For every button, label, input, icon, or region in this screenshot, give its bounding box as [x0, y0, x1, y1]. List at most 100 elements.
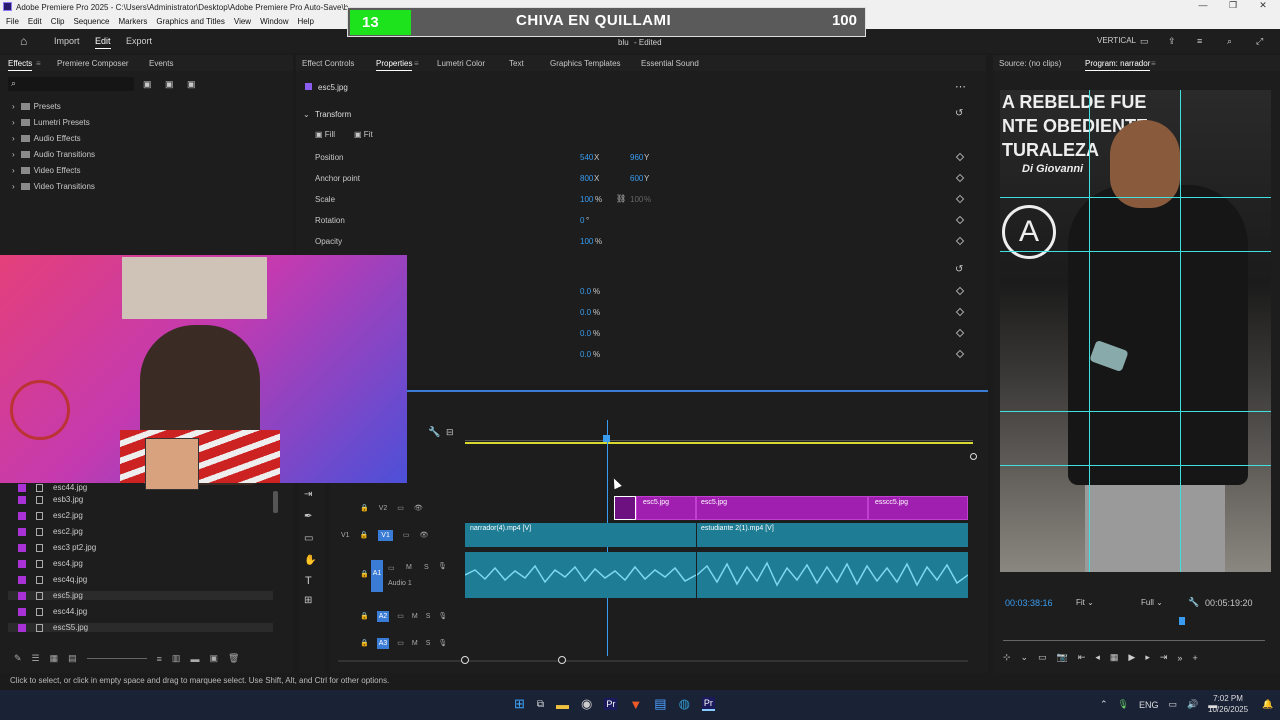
minimize-icon[interactable]: —	[1188, 0, 1218, 14]
share-icon[interactable]: ⇪	[1168, 36, 1176, 47]
keyframe-icon[interactable]	[955, 328, 965, 338]
anchor-x-value[interactable]: 800	[580, 174, 593, 183]
menu-clip[interactable]: Clip	[51, 17, 65, 26]
pencil-icon[interactable]: ✎	[14, 653, 22, 664]
sync-icon[interactable]: ▭	[403, 531, 410, 539]
current-timecode[interactable]: 00:03:38:16	[1005, 598, 1053, 608]
new-bin-icon[interactable]: ▬	[190, 654, 199, 664]
reset-icon[interactable]: ↺	[955, 264, 963, 275]
zoom-handle-right[interactable]	[558, 656, 566, 664]
project-item[interactable]: escS5.jpg	[8, 623, 273, 632]
track-select-icon[interactable]: ⇥	[304, 489, 312, 500]
search-icon[interactable]: ⌕	[1227, 36, 1232, 47]
tab-graphics-templates[interactable]: Graphics Templates	[550, 59, 621, 68]
audio-clip[interactable]	[464, 552, 697, 598]
extra-value-4[interactable]: 0.0	[580, 350, 591, 359]
project-item[interactable]: esc44.jpg	[18, 483, 87, 492]
opacity-value[interactable]: 100	[580, 237, 593, 246]
tab-properties[interactable]: Properties	[376, 59, 413, 71]
notification-icon[interactable]: 🔔	[1262, 699, 1273, 710]
mic-icon[interactable]: 🎙	[438, 639, 447, 647]
position-x-value[interactable]: 540	[580, 153, 593, 162]
pen-icon[interactable]: ✒	[304, 511, 312, 522]
menu-file[interactable]: File	[6, 17, 19, 26]
lock-icon[interactable]: 🔒	[360, 570, 369, 578]
freeform-view-icon[interactable]: ▤	[68, 653, 77, 664]
rectangle-icon[interactable]: ▭	[304, 533, 313, 544]
chevron-down-icon[interactable]: ⌄	[303, 110, 310, 119]
scale-value[interactable]: 100	[580, 195, 593, 204]
work-area-bar[interactable]	[465, 442, 973, 444]
program-scrub-bar[interactable]	[1003, 640, 1265, 641]
menu-graphics[interactable]: Graphics and Titles	[156, 17, 224, 26]
tab-text[interactable]: Text	[509, 59, 524, 68]
reset-icon[interactable]: ↺	[955, 108, 963, 119]
keyframe-icon[interactable]	[955, 307, 965, 317]
tree-presets[interactable]: › Presets	[12, 102, 61, 111]
link-icon[interactable]: ⛓	[616, 194, 626, 203]
solo-button[interactable]: S	[426, 640, 431, 647]
effects-search-input[interactable]: ⌕	[8, 77, 134, 91]
eye-icon[interactable]: 👁	[419, 531, 428, 539]
program-playhead[interactable]	[1179, 617, 1185, 625]
chevron-down-icon[interactable]: ⌄	[1021, 652, 1029, 663]
tab-effect-controls[interactable]: Effect Controls	[302, 59, 354, 68]
file-explorer-icon[interactable]: ▬	[556, 697, 569, 712]
lock-icon[interactable]: 🔒	[360, 504, 369, 512]
chevron-up-icon[interactable]: ⌃	[1100, 699, 1108, 710]
tab-effects[interactable]: Effects	[8, 59, 33, 71]
fit-button[interactable]: ▣ Fit	[354, 130, 373, 139]
safe-margins-icon[interactable]: ▭	[1038, 652, 1047, 663]
keyframe-icon[interactable]	[955, 152, 965, 162]
volume-icon[interactable]: 🔊	[1187, 699, 1198, 710]
video-clip[interactable]: esc5.jpg	[696, 496, 868, 520]
rotation-value[interactable]: 0	[580, 216, 584, 225]
zoom-handle-left[interactable]	[461, 656, 469, 664]
keyframe-icon[interactable]	[955, 173, 965, 183]
project-item[interactable]: esc2.jpg	[18, 527, 83, 536]
project-item[interactable]: esc2.jpg	[18, 511, 83, 520]
close-icon[interactable]: ✕	[1248, 0, 1278, 14]
obs-icon[interactable]: ◉	[581, 696, 592, 712]
new-item-icon[interactable]: ▣	[209, 653, 218, 664]
keyframe-icon[interactable]	[955, 236, 965, 246]
premiere-taskbar-icon[interactable]: Pr	[604, 698, 618, 710]
icon-view-icon[interactable]: ▦	[50, 653, 59, 664]
eye-icon[interactable]: 👁	[414, 504, 423, 512]
tree-audio-effects[interactable]: › Audio Effects	[12, 134, 81, 143]
notepad-icon[interactable]: ▤	[654, 696, 666, 712]
windows-start-icon[interactable]: ⊞	[514, 696, 525, 712]
solo-button[interactable]: S	[426, 613, 431, 620]
tab-lumetri-color[interactable]: Lumetri Color	[437, 59, 485, 68]
video-clip[interactable]: narrador(4).mp4 [V]	[465, 523, 696, 547]
add-marker-icon[interactable]: ⊹	[1003, 652, 1011, 663]
panel-layout-icon[interactable]: ▭	[1140, 36, 1149, 47]
more-options-icon[interactable]: ⋯	[955, 80, 966, 93]
captions-icon[interactable]: ⊟	[446, 427, 454, 438]
menu-view[interactable]: View	[234, 17, 251, 26]
sync-icon[interactable]: ▭	[397, 504, 404, 512]
menu-lines-icon[interactable]: ≡	[1197, 36, 1202, 46]
fullscreen-icon[interactable]: ⤢	[1256, 36, 1263, 47]
more-controls-icon[interactable]: »	[1177, 653, 1182, 663]
zoom-slider[interactable]	[86, 658, 147, 659]
zoom-fit-select[interactable]: Fit ⌄	[1076, 598, 1094, 607]
extra-value-3[interactable]: 0.0	[580, 329, 591, 338]
tree-audio-transitions[interactable]: › Audio Transitions	[12, 150, 95, 159]
tree-video-transitions[interactable]: › Video Transitions	[12, 182, 95, 191]
resolution-select[interactable]: Full ⌄	[1141, 598, 1163, 607]
menu-markers[interactable]: Markers	[119, 17, 148, 26]
trash-icon[interactable]: 🗑	[228, 653, 239, 664]
maximize-icon[interactable]: ❐	[1218, 0, 1248, 14]
mute-button[interactable]: M	[406, 564, 412, 571]
accelerated-icon[interactable]: ▣	[165, 79, 174, 90]
video-clip-selected[interactable]	[614, 496, 636, 520]
tab-events[interactable]: Events	[149, 59, 173, 68]
tree-lumetri-presets[interactable]: › Lumetri Presets	[12, 118, 90, 127]
tab-essential-sound[interactable]: Essential Sound	[641, 59, 699, 68]
premiere-active-icon[interactable]: Pr	[701, 697, 715, 711]
lock-icon[interactable]: 🔒	[360, 531, 369, 539]
time-ruler[interactable]	[465, 435, 973, 441]
position-y-value[interactable]: 960	[630, 153, 643, 162]
solo-button[interactable]: S	[424, 564, 429, 571]
